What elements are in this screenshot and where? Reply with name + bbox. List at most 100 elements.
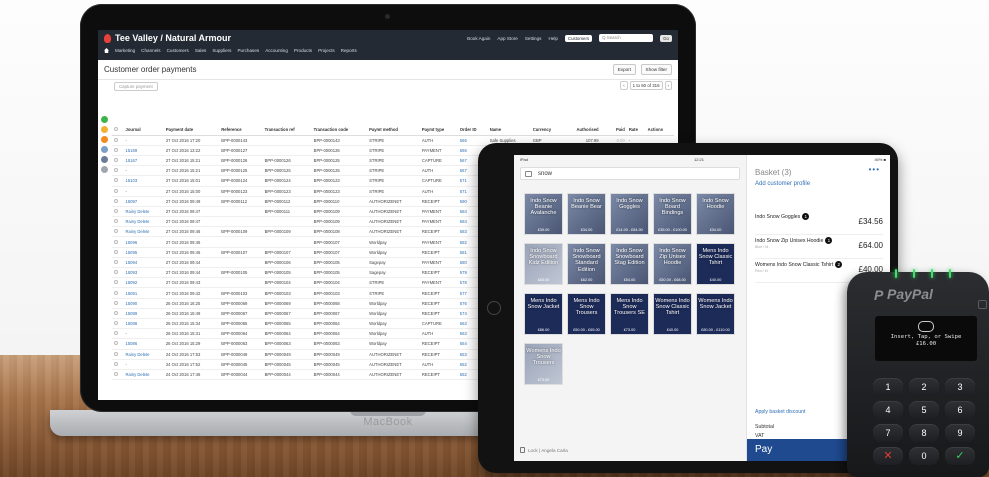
row-checkbox[interactable]	[112, 369, 124, 381]
confirm-key[interactable]: ✓	[945, 447, 975, 465]
menu-item-channels[interactable]: Channels	[141, 48, 160, 53]
row-checkbox[interactable]	[112, 338, 124, 350]
product-tile[interactable]: Mens Indo Snow Trousers £50.00 - £65.00	[567, 293, 606, 335]
column-header-transaction-ref[interactable]: Transaction ref	[262, 125, 312, 136]
row-checkbox[interactable]	[112, 175, 124, 187]
menu-item-products[interactable]: Products	[294, 48, 312, 53]
row-checkbox[interactable]	[112, 308, 124, 319]
app-brand[interactable]: Tee Valley / Natural Armour	[104, 33, 231, 43]
power-button[interactable]	[978, 300, 987, 309]
column-header-name[interactable]: Name	[487, 125, 531, 136]
print-icon[interactable]	[101, 156, 108, 163]
column-header-actions[interactable]: Actions	[645, 125, 674, 136]
cell-order-id[interactable]: 566	[457, 135, 488, 146]
cell-journal[interactable]: 15089	[123, 308, 164, 319]
pos-footer[interactable]: Lock | Angela Carla	[520, 447, 568, 453]
cell-journal[interactable]: Rainy Delete	[123, 349, 164, 360]
row-checkbox[interactable]	[112, 257, 124, 269]
column-header-authorised[interactable]: Authorised	[562, 125, 601, 136]
menu-item-purchases[interactable]: Purchases	[237, 48, 259, 53]
product-tile[interactable]: Womens Indo Snow Trousers £73.00	[524, 343, 563, 385]
capture-payment-button[interactable]: Capture payment	[114, 82, 158, 91]
key-9[interactable]: 9	[945, 424, 975, 442]
row-checkbox[interactable]	[112, 196, 124, 207]
row-checkbox[interactable]	[112, 216, 124, 228]
cell-journal[interactable]: 15091	[123, 287, 164, 299]
nav-help[interactable]: Help	[548, 36, 557, 41]
go-button[interactable]: Go	[660, 34, 672, 42]
row-checkbox[interactable]	[112, 298, 124, 309]
product-tile[interactable]: Womens Indo Snow Jacket £80.00 - £110.00	[696, 293, 735, 335]
cell-journal[interactable]: 15097	[123, 196, 164, 207]
column-header-currency[interactable]: Currency	[530, 125, 563, 136]
column-header-order-id[interactable]: Order ID	[457, 125, 488, 136]
menu-item-customers[interactable]: Customers	[167, 48, 189, 53]
key-1[interactable]: 1	[873, 378, 903, 396]
cell-journal[interactable]: -	[123, 328, 164, 340]
column-header-paymt-type[interactable]: Paymt type	[419, 125, 458, 136]
row-checkbox[interactable]	[112, 318, 124, 330]
cell-journal[interactable]: 15094	[123, 257, 164, 269]
cell-journal[interactable]: Rainy Delete	[123, 369, 164, 381]
cell-journal[interactable]: 15086	[123, 338, 164, 350]
row-checkbox[interactable]	[112, 287, 124, 299]
key-5[interactable]: 5	[909, 401, 939, 419]
tag-icon[interactable]	[101, 136, 108, 143]
customers-dropdown[interactable]: Customers	[564, 34, 593, 42]
row-checkbox[interactable]	[112, 186, 124, 197]
cell-journal[interactable]: 15167	[123, 155, 164, 167]
key-3[interactable]: 3	[945, 378, 975, 396]
star-icon[interactable]	[101, 126, 108, 133]
home-icon[interactable]	[104, 48, 109, 53]
product-tile[interactable]: Indo Snow Hoodie £34.00	[696, 193, 735, 235]
product-tile[interactable]: Indo Snow Board Bindings £35.00 - £100.00	[653, 193, 692, 235]
column-header-reference[interactable]: Reference	[219, 125, 263, 136]
cell-journal[interactable]: -	[123, 135, 164, 146]
cell-journal[interactable]: -	[123, 186, 164, 197]
column-header-rate[interactable]: Rate	[626, 125, 646, 136]
menu-item-sales[interactable]: Sales	[195, 48, 207, 53]
export-button[interactable]: Export	[612, 64, 636, 75]
more-options-icon[interactable]: •••	[869, 165, 880, 174]
column-header-journal[interactable]: Journal	[123, 125, 164, 136]
product-tile[interactable]: Indo Snow Snowboard Kidz Edition £83.00	[524, 243, 563, 285]
cell-journal[interactable]: 15169	[123, 145, 164, 156]
row-checkbox[interactable]	[112, 277, 124, 289]
cell-journal[interactable]: Rainy Delete	[123, 206, 164, 218]
row-checkbox[interactable]	[112, 359, 124, 370]
row-checkbox[interactable]	[112, 267, 124, 279]
prev-page-icon[interactable]: ‹	[620, 81, 628, 90]
nav-settings[interactable]: Settings	[525, 36, 542, 41]
home-button[interactable]	[487, 301, 501, 315]
product-tile[interactable]: Indo Snow Snowboard Stag Edition £54.00	[610, 243, 649, 285]
key-2[interactable]: 2	[909, 378, 939, 396]
key-7[interactable]: 7	[873, 424, 903, 442]
product-tile[interactable]: Indo Snow Zip Unisex Hoodie £50.00 - £68.…	[653, 243, 692, 285]
row-checkbox[interactable]	[112, 236, 124, 248]
key-8[interactable]: 8	[909, 424, 939, 442]
row-checkbox[interactable]	[112, 135, 124, 146]
column-header-paymt-method[interactable]: Paymt method	[367, 125, 420, 136]
search-input[interactable]: Q Search	[599, 34, 654, 42]
menu-item-marketing[interactable]: Marketing	[115, 48, 135, 53]
basket-item[interactable]: Indo Snow Goggles 1 £34.56	[755, 213, 883, 235]
add-customer-link[interactable]: Add customer profile	[755, 181, 810, 187]
cell-journal[interactable]: 15095	[123, 247, 164, 258]
menu-item-accounting[interactable]: Accounting	[265, 48, 288, 53]
row-checkbox[interactable]	[112, 349, 124, 360]
row-checkbox[interactable]	[112, 165, 124, 177]
search-side-icon[interactable]	[101, 166, 108, 173]
cell-journal[interactable]: 15092	[123, 277, 164, 289]
nav-app-store[interactable]: App Store	[497, 36, 517, 41]
row-checkbox[interactable]	[112, 155, 124, 167]
row-checkbox[interactable]	[112, 206, 124, 218]
cell-journal[interactable]: 15096	[123, 236, 164, 248]
cell-journal[interactable]: Rainy Delete	[123, 226, 164, 238]
cell-journal[interactable]: Rainy Delete	[123, 216, 164, 228]
key-4[interactable]: 4	[873, 401, 903, 419]
cell-journal[interactable]: -	[123, 165, 164, 177]
menu-item-suppliers[interactable]: Suppliers	[212, 48, 231, 53]
product-tile[interactable]: Indo Snow Snowboard Standard Edition £62.…	[567, 243, 606, 285]
apply-discount-link[interactable]: Apply basket discount	[755, 409, 805, 415]
row-checkbox[interactable]	[112, 226, 124, 238]
